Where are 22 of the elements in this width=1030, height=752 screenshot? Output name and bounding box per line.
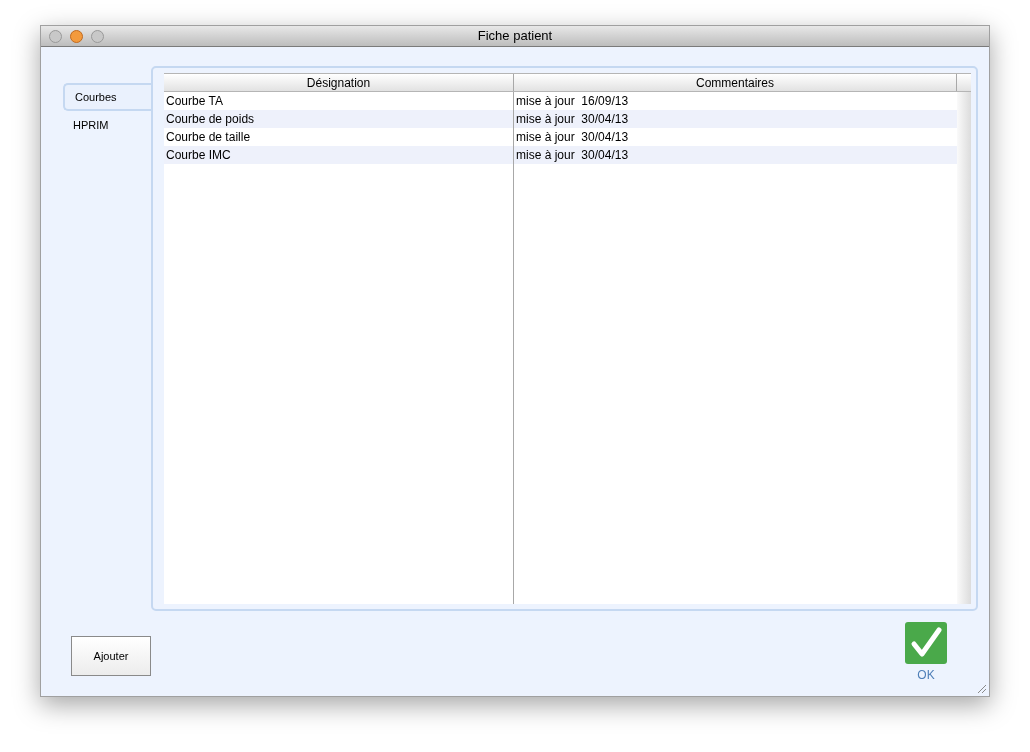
table-cell-text: mise à jour 30/04/13 [515,129,630,146]
zoom-button[interactable] [91,29,104,43]
tab[interactable]: HPRIM [63,111,151,139]
table-cell-text: mise à jour 16/09/13 [515,93,630,110]
column-header[interactable]: Désignation [164,74,514,91]
window-title: Fiche patient [477,27,553,46]
table-cell-text: Courbe de taille [165,129,252,146]
ok-label: OK [917,667,935,684]
column-header[interactable]: Commentaires [514,74,957,91]
scrollbar-track[interactable] [957,92,971,604]
table-cell-text: Courbe de poids [165,111,256,128]
tab[interactable]: Courbes [63,83,153,111]
table-cell-text: mise à jour 30/04/13 [515,147,630,164]
table-cell-text: Courbe IMC [165,147,232,164]
minimize-button[interactable] [70,29,83,43]
add-button[interactable]: Ajouter [71,636,151,676]
resize-grip-icon[interactable] [975,682,987,694]
table-cell-text: mise à jour 30/04/13 [515,111,630,128]
close-button[interactable] [49,29,62,43]
checkmark-icon [905,622,947,664]
table-cell-text: Courbe TA [165,93,224,110]
ok-button[interactable]: OK [905,622,947,684]
